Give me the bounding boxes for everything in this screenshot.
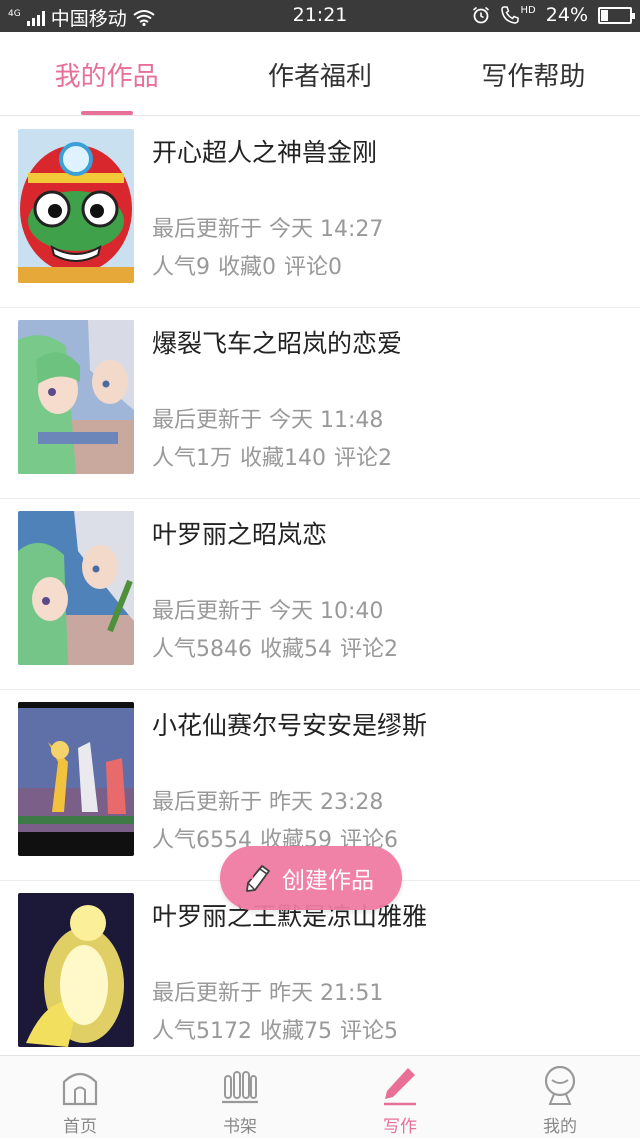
- nav-profile-label: 我的: [543, 1117, 577, 1137]
- work-stats: 人气9 收藏0 评论0: [152, 249, 350, 281]
- work-updated-time: 最后更新于 今天 11:48: [152, 408, 384, 433]
- work-cover-image[interactable]: [18, 320, 134, 474]
- tab-author-benefits[interactable]: 作者福利: [213, 32, 426, 115]
- status-bar: 4G 中国移动 21:21 HD 24%: [0, 0, 640, 32]
- work-cover-image[interactable]: [18, 702, 134, 856]
- work-item[interactable]: 爆裂飞车之昭岚的恋爱 最后更新于 今天 11:48 人气1万 收藏140 评论2: [0, 308, 640, 499]
- create-work-button[interactable]: 创建作品: [220, 846, 402, 910]
- status-right: HD 24%: [472, 4, 635, 26]
- tab-my-works[interactable]: 我的作品: [0, 32, 213, 115]
- work-item[interactable]: 开心超人之神兽金刚 最后更新于 今天 14:27 人气9 收藏0 评论0: [0, 117, 640, 308]
- work-favorites: 收藏0: [218, 255, 276, 280]
- work-popularity: 人气5846: [152, 637, 252, 662]
- work-updated-time: 最后更新于 今天 14:27: [152, 217, 384, 242]
- nav-bookshelf-label: 书架: [223, 1117, 257, 1137]
- work-stats: 人气5172 收藏75 评论5: [152, 1013, 406, 1045]
- profile-icon: [544, 1065, 576, 1105]
- nav-profile[interactable]: 我的: [480, 1056, 640, 1138]
- work-stats: 人气5846 收藏54 评论2: [152, 631, 406, 663]
- tab-writing-help[interactable]: 写作帮助: [427, 32, 640, 115]
- pen-icon: [384, 1068, 416, 1106]
- battery-percent: 24%: [545, 4, 588, 26]
- work-popularity: 人气1万: [152, 446, 232, 471]
- work-item[interactable]: 叶罗丽之昭岚恋 最后更新于 今天 10:40 人气5846 收藏54 评论2: [0, 499, 640, 690]
- phone-icon: [500, 6, 519, 24]
- battery-icon: [598, 6, 635, 24]
- work-updated-time: 最后更新于 昨天 23:28: [152, 790, 384, 815]
- nav-write[interactable]: 写作: [320, 1056, 480, 1138]
- work-cover-image[interactable]: [18, 129, 134, 283]
- work-title[interactable]: 开心超人之神兽金刚: [152, 133, 377, 169]
- work-favorites: 收藏54: [260, 637, 332, 662]
- work-comments: 评论5: [340, 1019, 398, 1044]
- work-updated-time: 最后更新于 今天 10:40: [152, 599, 384, 624]
- nav-write-label: 写作: [383, 1117, 417, 1137]
- work-popularity: 人气5172: [152, 1019, 252, 1044]
- work-title[interactable]: 叶罗丽之昭岚恋: [152, 515, 327, 551]
- work-title[interactable]: 小花仙赛尔号安安是缪斯: [152, 706, 427, 742]
- create-work-label: 创建作品: [282, 868, 374, 894]
- work-favorites: 收藏140: [240, 446, 326, 471]
- hd-label: HD: [520, 5, 536, 16]
- work-cover-image[interactable]: [18, 893, 134, 1047]
- work-favorites: 收藏75: [260, 1019, 332, 1044]
- home-icon: [62, 1072, 98, 1106]
- nav-home[interactable]: 首页: [0, 1056, 160, 1138]
- work-comments: 评论2: [340, 637, 398, 662]
- works-list: 开心超人之神兽金刚 最后更新于 今天 14:27 人气9 收藏0 评论0 爆裂飞车之…: [0, 117, 640, 1055]
- work-cover-image[interactable]: [18, 511, 134, 665]
- nav-bookshelf[interactable]: 书架: [160, 1056, 320, 1138]
- bookshelf-icon: [222, 1071, 258, 1104]
- work-updated-time: 最后更新于 昨天 21:51: [152, 981, 384, 1006]
- nav-home-label: 首页: [63, 1117, 97, 1137]
- tab-bar: 我的作品 作者福利 写作帮助: [0, 32, 640, 116]
- alarm-icon: [472, 6, 489, 24]
- work-comments: 评论0: [284, 255, 342, 280]
- work-comments: 评论2: [334, 446, 392, 471]
- pencil-icon: [246, 865, 270, 892]
- work-popularity: 人气9: [152, 255, 210, 280]
- bottom-nav: 首页 书架 写作 我的: [0, 1055, 640, 1138]
- work-stats: 人气1万 收藏140 评论2: [152, 440, 400, 472]
- work-title[interactable]: 爆裂飞车之昭岚的恋爱: [152, 324, 402, 360]
